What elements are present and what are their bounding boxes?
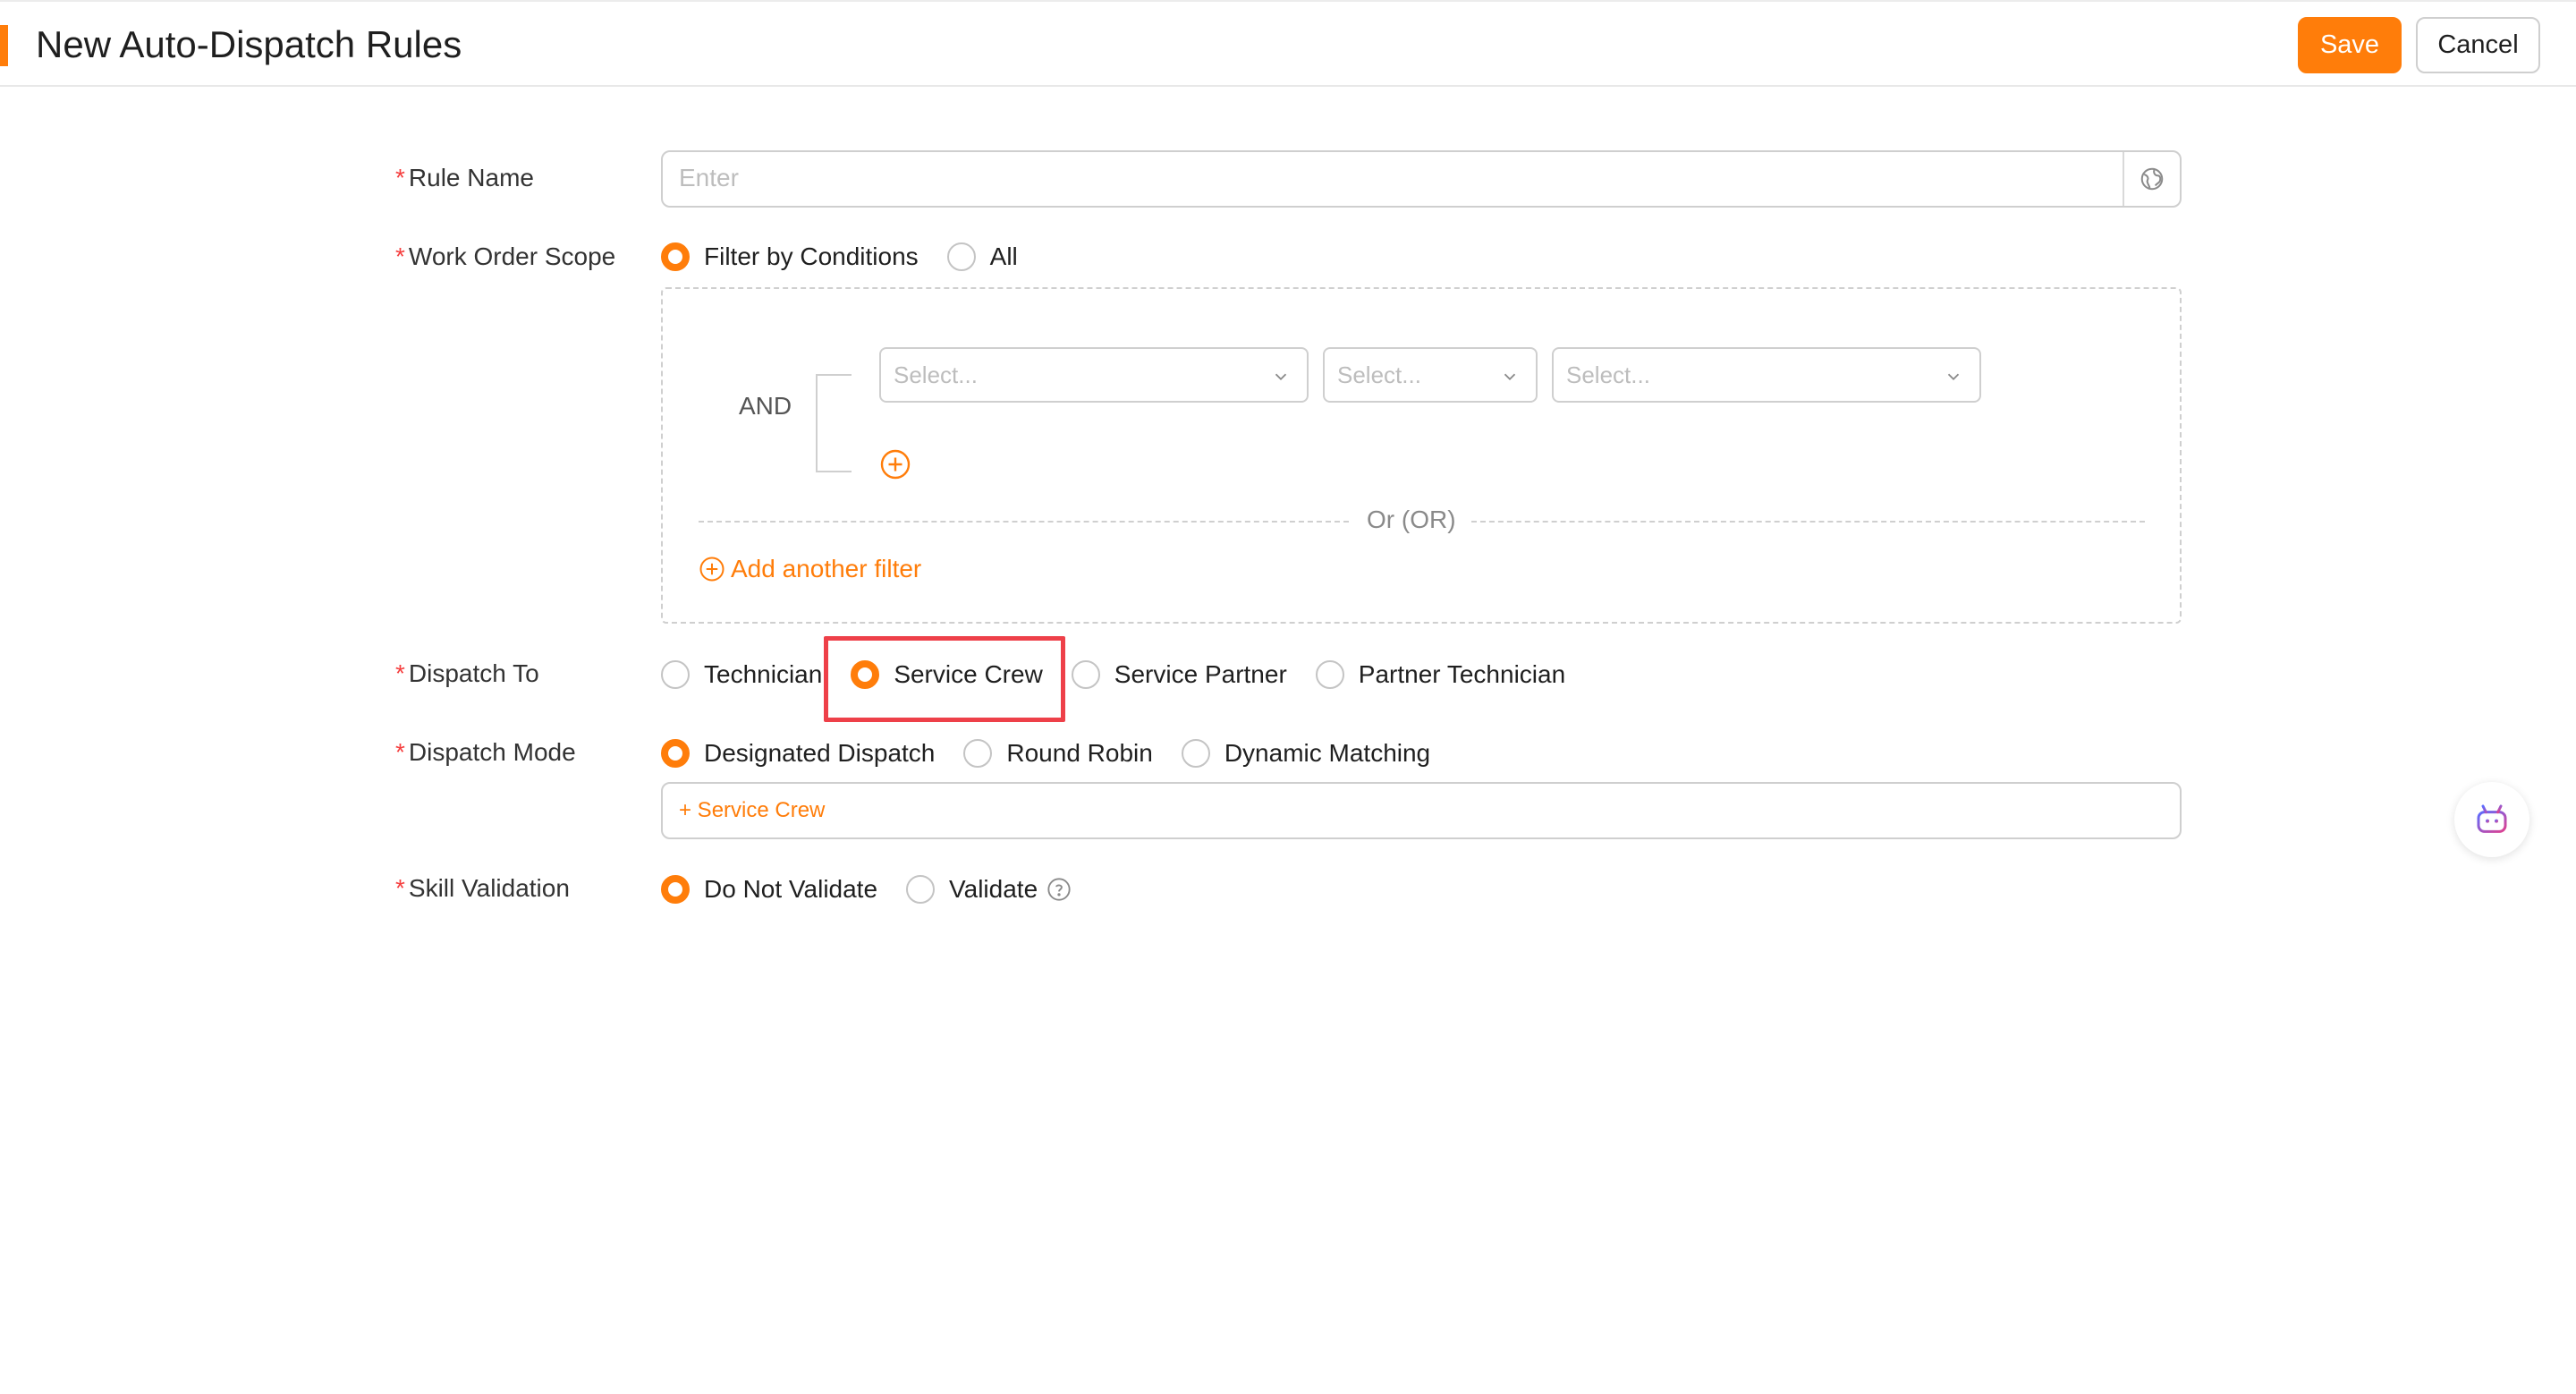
condition-value-select[interactable]: Select... <box>1552 347 1981 403</box>
rule-name-label: * Rule Name <box>395 162 534 194</box>
radio-circle <box>851 660 880 689</box>
chevron-down-icon <box>1504 373 1516 381</box>
work-order-scope-label-text: Work Order Scope <box>408 242 616 270</box>
assistant-bot-button[interactable] <box>2454 782 2529 857</box>
required-mark: * <box>395 242 405 270</box>
radio-partner-technician[interactable]: Partner Technician <box>1315 660 1566 689</box>
radio-validate[interactable]: Validate <box>906 875 1072 904</box>
globe-icon[interactable] <box>2123 152 2180 206</box>
radio-do-not-validate[interactable]: Do Not Validate <box>661 875 877 904</box>
or-label: Or (OR) <box>1367 506 1456 533</box>
question-circle-icon[interactable] <box>1046 877 1072 902</box>
dispatch-to-label-text: Dispatch To <box>408 659 539 687</box>
condition-field-select[interactable]: Select... <box>879 347 1309 403</box>
radio-label: Do Not Validate <box>704 875 878 903</box>
radio-label: All <box>989 242 1018 270</box>
radio-label: Validate <box>949 875 1038 903</box>
robot-icon <box>2477 804 2507 833</box>
save-button[interactable]: Save <box>2298 17 2402 73</box>
header-accent-bar <box>0 25 8 66</box>
plus-circle-icon <box>699 557 724 582</box>
radio-label: Round Robin <box>1006 739 1153 767</box>
dispatch-to-label: * Dispatch To <box>395 658 539 690</box>
add-another-filter-link[interactable]: Add another filter <box>699 555 921 583</box>
cancel-button[interactable]: Cancel <box>2416 17 2540 73</box>
required-mark: * <box>395 164 405 191</box>
select-placeholder: Select... <box>1337 361 1421 388</box>
radio-circle <box>1315 660 1344 689</box>
condition-operator-select[interactable]: Select... <box>1323 347 1538 403</box>
radio-all[interactable]: All <box>946 242 1018 271</box>
add-condition-icon[interactable] <box>879 448 911 480</box>
radio-circle <box>661 242 690 271</box>
radio-circle <box>906 875 936 904</box>
chevron-down-icon <box>1275 373 1287 381</box>
dispatch-mode-label-text: Dispatch Mode <box>408 738 576 766</box>
dispatch-mode-radio-group: Designated Dispatch Round Robin Dynamic … <box>661 735 1459 771</box>
radio-circle <box>1181 739 1210 768</box>
radio-circle <box>963 739 993 768</box>
radio-circle <box>1071 660 1100 689</box>
radio-service-partner[interactable]: Service Partner <box>1071 660 1287 689</box>
radio-label: Service Crew <box>894 660 1043 688</box>
radio-label: Service Partner <box>1114 660 1287 688</box>
or-divider-right <box>1471 521 2145 523</box>
service-crew-selector[interactable]: + Service Crew <box>661 782 2182 839</box>
required-mark: * <box>395 874 405 902</box>
radio-label: Technician <box>704 660 823 688</box>
skill-validation-label: * Skill Validation <box>395 872 570 905</box>
dispatch-to-radio-group: Technician Service Crew Service Partner … <box>661 657 1594 693</box>
radio-service-crew[interactable]: Service Crew <box>851 660 1043 689</box>
work-order-scope-radio-group: Filter by Conditions All <box>661 239 1046 275</box>
radio-round-robin[interactable]: Round Robin <box>963 739 1153 768</box>
radio-filter-by-conditions[interactable]: Filter by Conditions <box>661 242 919 271</box>
add-filter-label: Add another filter <box>731 555 922 582</box>
radio-label: Filter by Conditions <box>704 242 919 270</box>
page-title: New Auto-Dispatch Rules <box>36 23 462 65</box>
rule-name-input[interactable]: Enter <box>661 150 2182 208</box>
work-order-scope-label: * Work Order Scope <box>395 241 615 273</box>
radio-circle <box>661 875 690 904</box>
radio-technician[interactable]: Technician <box>661 660 822 689</box>
radio-circle <box>946 242 976 271</box>
select-placeholder: Select... <box>894 361 978 388</box>
required-mark: * <box>395 659 405 687</box>
and-label: AND <box>739 392 792 420</box>
radio-label: Designated Dispatch <box>704 739 936 767</box>
and-bracket <box>816 374 852 472</box>
skill-validation-label-text: Skill Validation <box>408 874 570 902</box>
radio-dynamic-matching[interactable]: Dynamic Matching <box>1181 739 1431 768</box>
select-placeholder: Select... <box>1566 361 1650 388</box>
radio-circle <box>661 739 690 768</box>
or-divider-left <box>699 521 1349 523</box>
rule-name-label-text: Rule Name <box>408 164 534 191</box>
radio-label: Dynamic Matching <box>1224 739 1431 767</box>
radio-designated-dispatch[interactable]: Designated Dispatch <box>661 739 935 768</box>
chevron-down-icon <box>1947 373 1960 381</box>
add-service-crew-button[interactable]: + Service Crew <box>679 798 825 823</box>
radio-label: Partner Technician <box>1358 660 1566 688</box>
page-header: New Auto-Dispatch Rules Save Cancel <box>0 0 2576 87</box>
skill-validation-radio-group: Do Not Validate Validate <box>661 871 1072 907</box>
radio-circle <box>661 660 690 689</box>
rule-name-placeholder: Enter <box>679 164 739 191</box>
dispatch-mode-label: * Dispatch Mode <box>395 736 576 769</box>
required-mark: * <box>395 738 405 766</box>
